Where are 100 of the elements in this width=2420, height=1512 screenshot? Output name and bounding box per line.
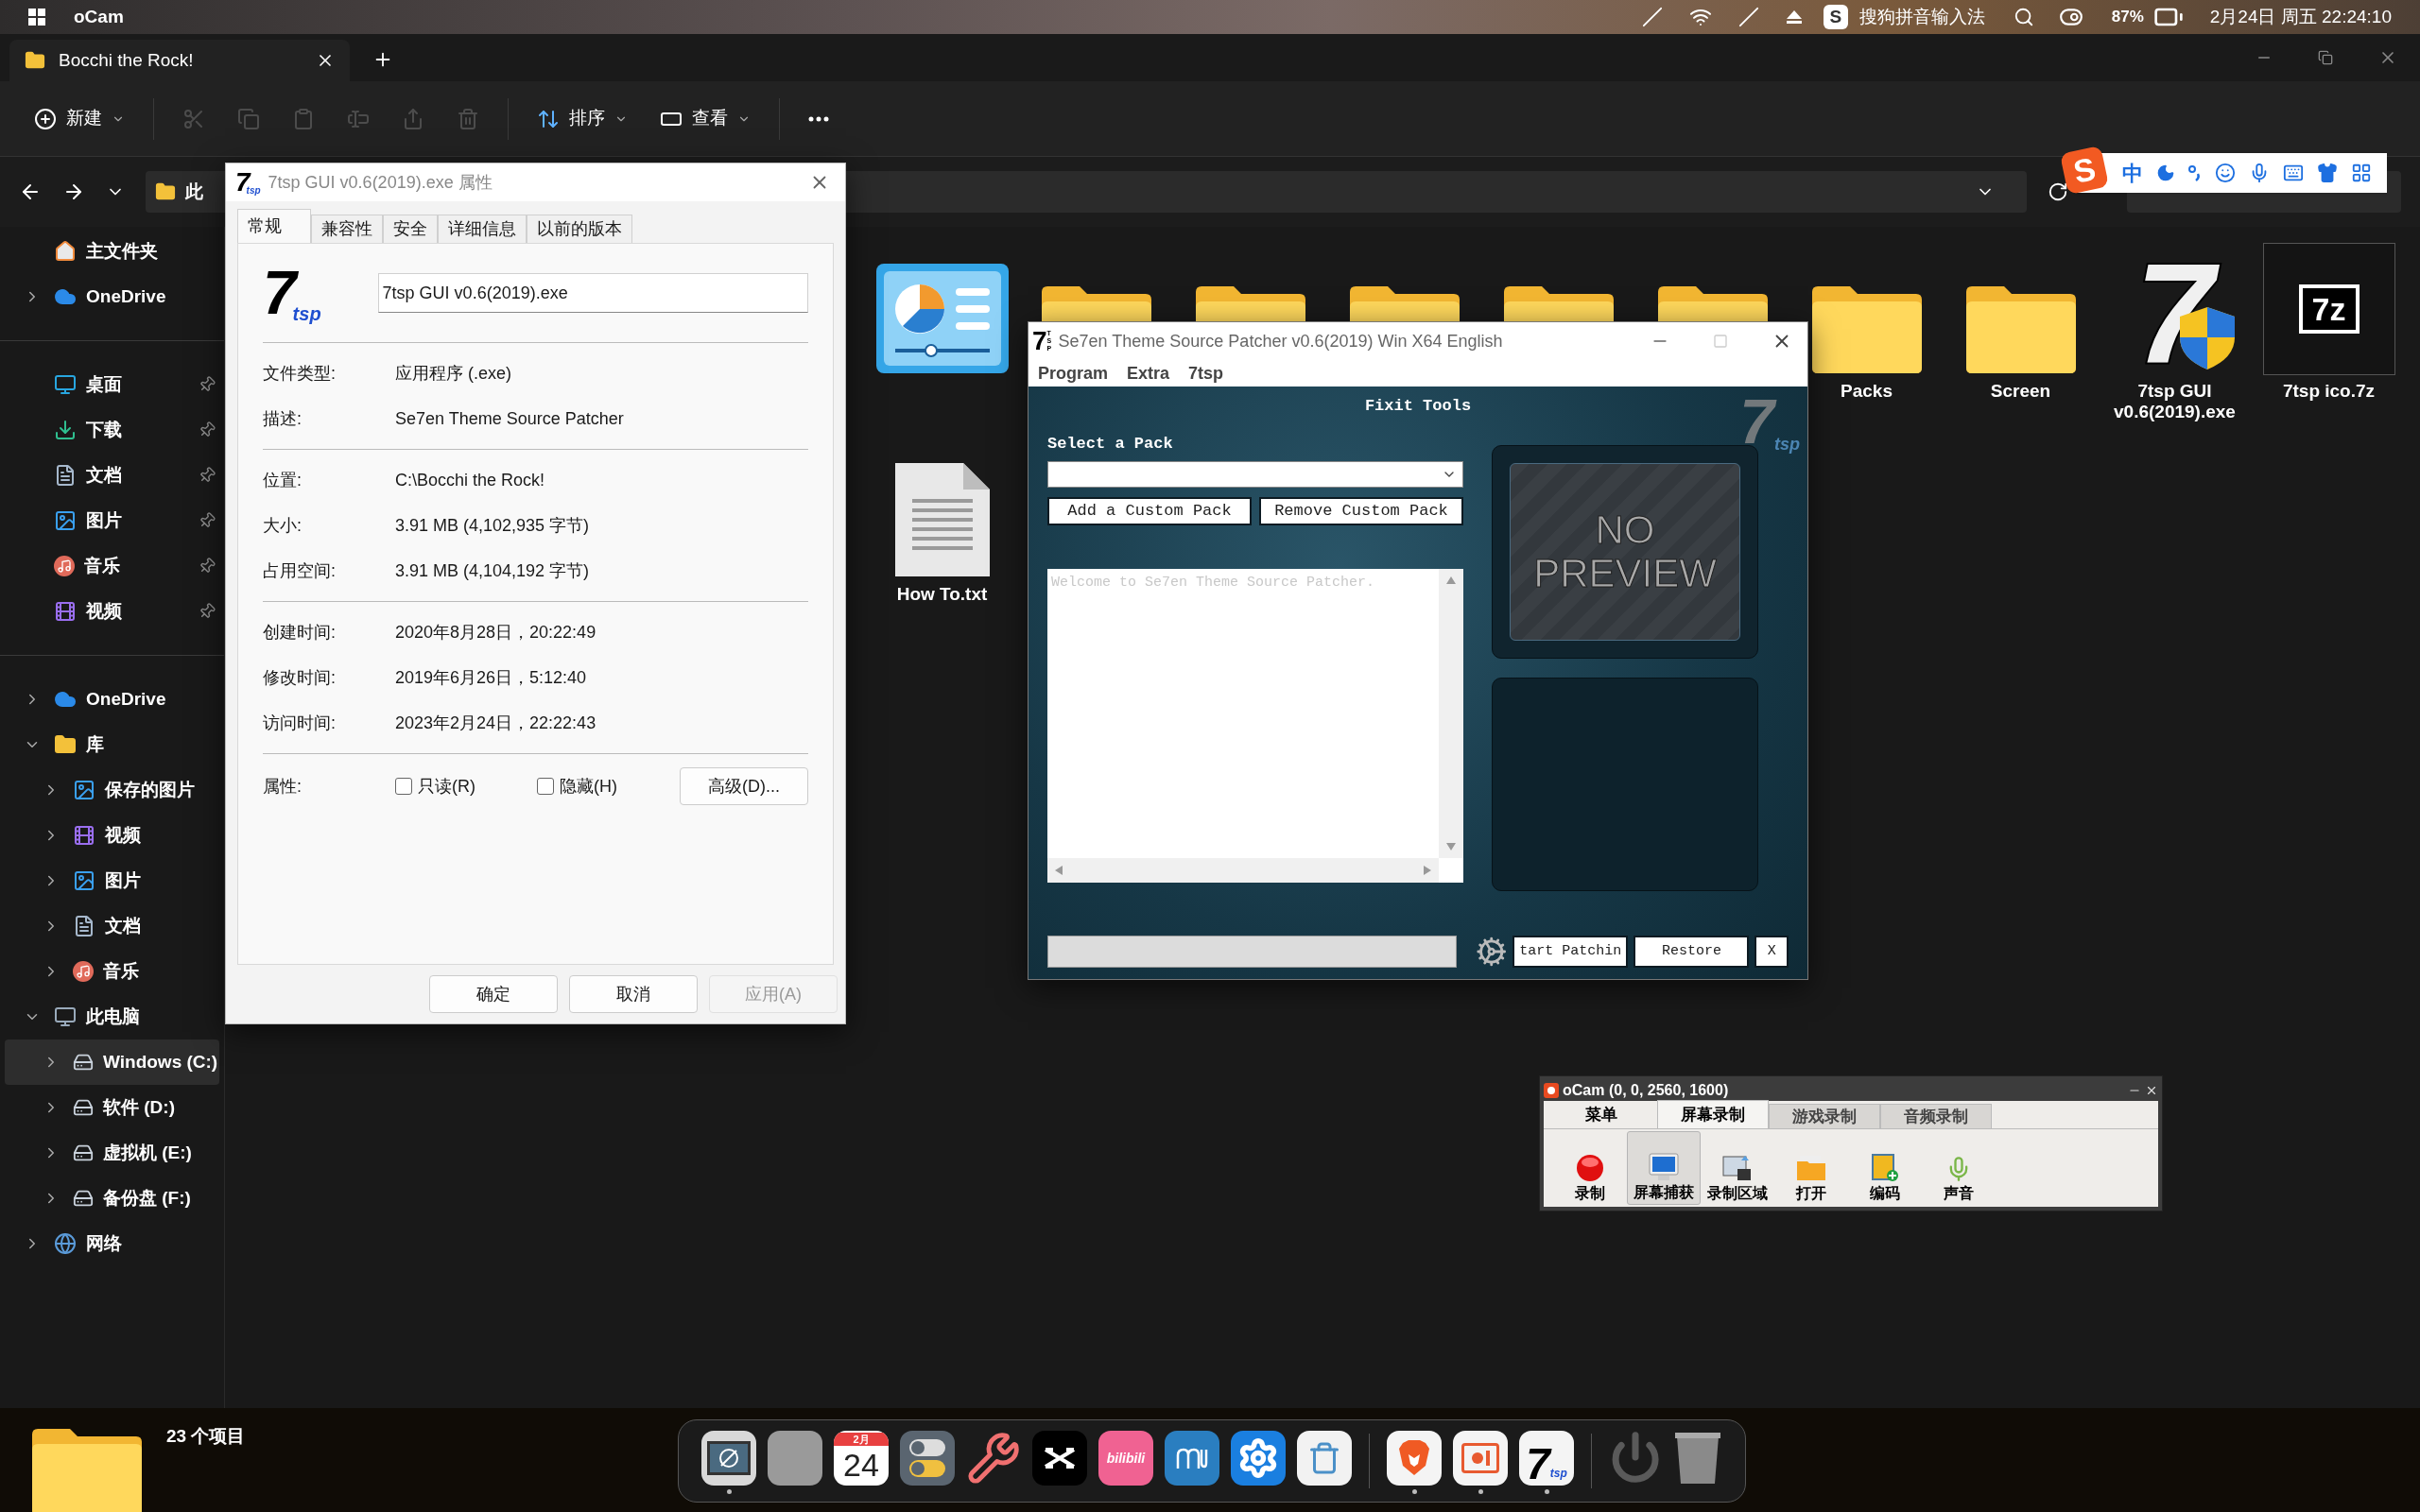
tab[interactable]: 菜单 bbox=[1546, 1102, 1657, 1128]
tab[interactable]: 屏幕录制 bbox=[1657, 1100, 1769, 1128]
view-button[interactable]: 查看 bbox=[648, 94, 762, 144]
resize-region-icon bbox=[1722, 1154, 1753, 1182]
open-button[interactable]: 打开 bbox=[1774, 1131, 1848, 1205]
codec-button[interactable]: 编码 bbox=[1848, 1131, 1922, 1205]
sidebar-item[interactable]: 音乐 bbox=[5, 543, 219, 589]
dialog-tab[interactable]: 兼容性 bbox=[311, 215, 383, 243]
record-area-button[interactable]: 录制区域 bbox=[1701, 1131, 1774, 1205]
menu-item[interactable]: 7tsp bbox=[1188, 360, 1224, 387]
file-name[interactable]: Packs bbox=[1841, 381, 1893, 402]
trash-icon[interactable] bbox=[1673, 1431, 1722, 1486]
action-button[interactable]: X bbox=[1754, 936, 1789, 968]
sidebar-item[interactable]: 网络 bbox=[5, 1221, 219, 1266]
sidebar-item[interactable]: 保存的图片 bbox=[5, 767, 219, 813]
monitor-app-icon[interactable] bbox=[701, 1431, 756, 1486]
sidebar-item[interactable]: Windows (C:) bbox=[5, 1040, 219, 1085]
text-document-icon[interactable] bbox=[892, 461, 992, 578]
shirt-icon[interactable] bbox=[2317, 163, 2338, 183]
action-button[interactable]: tart Patchin bbox=[1512, 936, 1629, 968]
grid-icon[interactable] bbox=[2351, 163, 2372, 183]
language-mode-toggle[interactable]: 中 bbox=[2122, 157, 2143, 189]
eject-icon[interactable] bbox=[1785, 9, 1803, 25]
sidebar-item[interactable]: 软件 (D:) bbox=[5, 1085, 219, 1130]
clock[interactable]: 2月24日 周五 22:24:10 bbox=[2209, 3, 2392, 31]
sidebar-item[interactable]: 虚拟机 (E:) bbox=[5, 1130, 219, 1176]
sidebar-item[interactable]: 图片 bbox=[5, 858, 219, 903]
dialog-button[interactable]: 确定 bbox=[429, 975, 558, 1013]
pack-button[interactable]: Add a Custom Pack bbox=[1047, 497, 1252, 525]
checkbox[interactable] bbox=[537, 778, 554, 795]
sidebar-item[interactable]: 文档 bbox=[5, 903, 219, 949]
advanced-button[interactable]: 高级(D)... bbox=[680, 767, 808, 805]
close-icon[interactable] bbox=[2145, 1084, 2158, 1097]
screen-capture-button[interactable]: 屏幕捕获 bbox=[1627, 1131, 1701, 1205]
slash-icon[interactable] bbox=[1641, 7, 1663, 27]
sound-button[interactable]: 声音 bbox=[1922, 1131, 1996, 1205]
file-name[interactable]: 7tsp ico.7z bbox=[2282, 381, 2376, 402]
calendar-icon[interactable]: 2月 24 bbox=[834, 1431, 889, 1486]
sidebar-item[interactable]: 桌面 bbox=[5, 362, 219, 407]
keyboard-icon[interactable] bbox=[2283, 163, 2304, 183]
search-icon[interactable] bbox=[2013, 7, 2034, 27]
action-button[interactable]: Restore bbox=[1634, 936, 1750, 968]
slash-icon[interactable] bbox=[1737, 7, 1759, 27]
editor-app-icon[interactable] bbox=[1165, 1431, 1219, 1486]
dialog-tab[interactable]: 常规 bbox=[237, 209, 311, 243]
sidebar-item[interactable]: 视频 bbox=[5, 813, 219, 858]
picture-icon bbox=[54, 509, 77, 532]
dialog-button[interactable]: 取消 bbox=[569, 975, 698, 1013]
sidebar-item[interactable]: 图片 bbox=[5, 498, 219, 543]
sidebar-item[interactable]: 库 bbox=[5, 722, 219, 767]
tab[interactable]: 音频录制 bbox=[1880, 1104, 1992, 1128]
checkbox[interactable] bbox=[395, 778, 412, 795]
punctuation-icon[interactable] bbox=[2188, 164, 2202, 181]
explorer-tab[interactable]: Bocchi the Rock! bbox=[9, 40, 350, 81]
sidebar-item[interactable]: 备份盘 (F:) bbox=[5, 1176, 219, 1221]
archive-file-icon[interactable]: 7z bbox=[2262, 243, 2395, 375]
sidebar-item[interactable]: 文档 bbox=[5, 453, 219, 498]
pack-button[interactable]: Remove Custom Pack bbox=[1259, 497, 1463, 525]
tab[interactable]: 游戏录制 bbox=[1769, 1104, 1880, 1128]
input-method-name[interactable]: 搜狗拼音输入法 bbox=[1858, 3, 1985, 31]
sidebar-item[interactable]: 主文件夹 bbox=[5, 229, 219, 274]
toggles-app-icon[interactable] bbox=[900, 1431, 955, 1486]
sort-button[interactable]: 排序 bbox=[526, 94, 639, 144]
ime-logo-icon[interactable]: S bbox=[1823, 5, 1848, 29]
scissors-app-icon[interactable] bbox=[1032, 1431, 1087, 1486]
file-name-field[interactable]: 7tsp GUI v0.6(2019).exe bbox=[377, 273, 808, 313]
menu-item[interactable]: Program bbox=[1038, 360, 1109, 387]
property-value: 2019年6月26日，5:12:40 bbox=[395, 666, 587, 689]
app-logo-icon[interactable]: 7tsp bbox=[1519, 1431, 1574, 1486]
sidebar-item[interactable]: OneDrive bbox=[5, 677, 219, 722]
sidebar-item[interactable]: 音乐 bbox=[5, 949, 219, 994]
dialog-tab[interactable]: 安全 bbox=[383, 215, 438, 243]
file-name[interactable]: How To.txt bbox=[896, 584, 988, 605]
menu-item[interactable]: Extra bbox=[1127, 360, 1170, 387]
dialog-tab[interactable]: 详细信息 bbox=[438, 215, 527, 243]
property-value: 2020年8月28日，20:22:49 bbox=[395, 621, 596, 644]
new-button[interactable]: 新建 bbox=[23, 94, 136, 144]
sidebar-item[interactable]: 下载 bbox=[5, 407, 219, 453]
wrench-icon[interactable] bbox=[966, 1431, 1021, 1486]
file-name[interactable]: Screen bbox=[1990, 381, 2051, 402]
sidebar-item[interactable]: 此电脑 bbox=[5, 994, 219, 1040]
restore-icon[interactable] bbox=[2318, 50, 2333, 65]
sidebar-item[interactable]: OneDrive bbox=[5, 274, 219, 319]
windows-logo-icon[interactable] bbox=[28, 9, 45, 26]
moon-icon[interactable] bbox=[2156, 163, 2175, 182]
refresh-icon[interactable] bbox=[2048, 181, 2068, 202]
pack-dropdown[interactable] bbox=[1047, 461, 1463, 488]
dialog-tab[interactable]: 以前的版本 bbox=[527, 215, 632, 243]
settings-icon[interactable] bbox=[1231, 1431, 1286, 1486]
record-button[interactable]: 录制 bbox=[1553, 1131, 1627, 1205]
home-icon bbox=[54, 240, 77, 263]
emoji-icon[interactable] bbox=[2215, 163, 2236, 183]
sidebar-item[interactable]: 视频 bbox=[5, 589, 219, 634]
diagram-app-icon[interactable] bbox=[873, 262, 1011, 375]
lion-app-icon[interactable] bbox=[1387, 1431, 1442, 1486]
presentation-app-icon[interactable] bbox=[1453, 1431, 1508, 1486]
drive-icon bbox=[73, 1052, 94, 1073]
section-heading: Fixit Tools bbox=[1364, 396, 1472, 417]
trash-can-app-icon[interactable] bbox=[1297, 1431, 1352, 1486]
file-name[interactable]: 7tsp GUI v0.6(2019).exe bbox=[2103, 381, 2246, 422]
